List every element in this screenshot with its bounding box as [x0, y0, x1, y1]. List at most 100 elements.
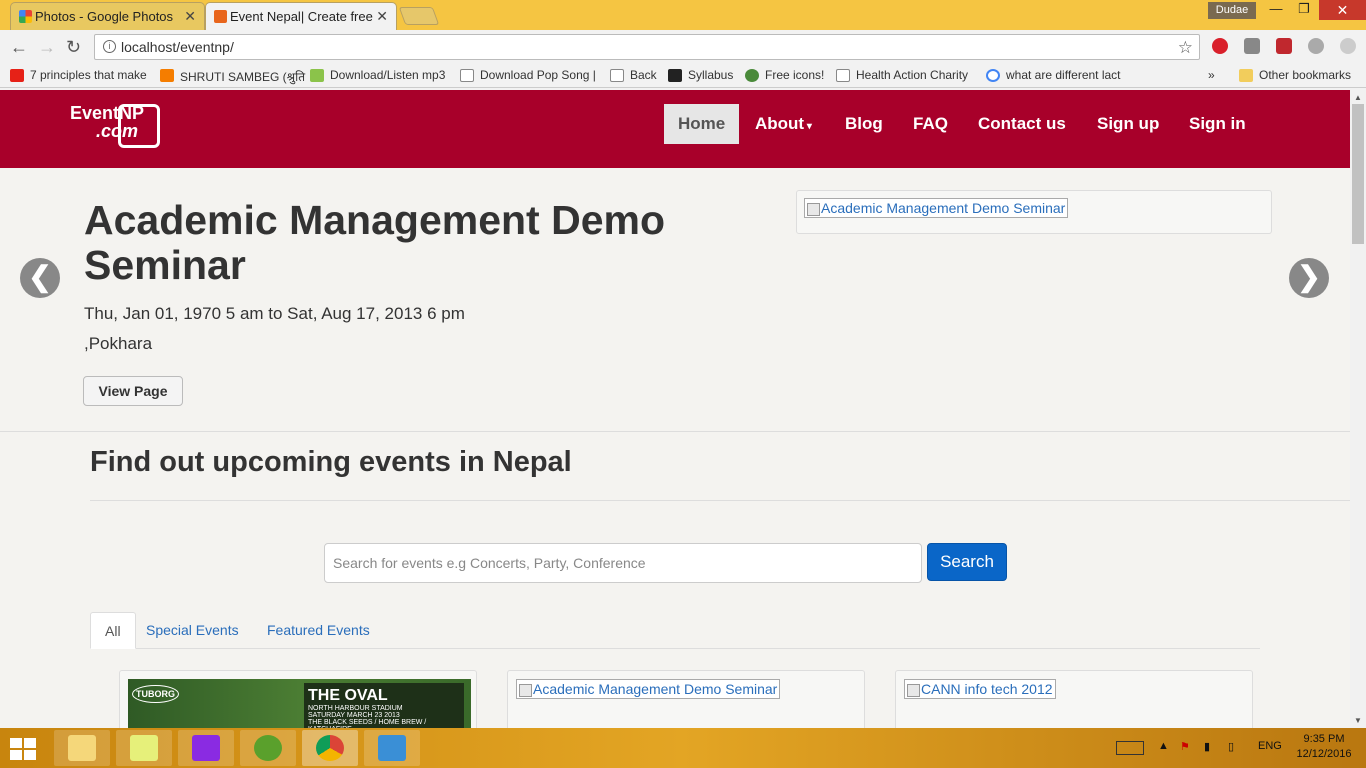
chrome-icon — [316, 735, 344, 761]
site-logo[interactable]: EventNP .com — [70, 104, 160, 148]
tab-special-events[interactable]: Special Events — [134, 612, 251, 649]
file-explorer-taskbar[interactable] — [54, 730, 110, 766]
page-icon — [610, 69, 624, 82]
carousel-prev-icon[interactable]: ❮ — [20, 258, 60, 298]
tab-title: Event Nepal| Create free — [230, 9, 373, 24]
view-page-button[interactable]: View Page — [83, 376, 183, 406]
system-clock[interactable]: 9:35 PM 12/12/2016 — [1296, 732, 1352, 762]
event-poster[interactable]: TUBORG THE OVAL NORTH HARBOUR STADIUM SA… — [128, 679, 471, 728]
page-scrollbar[interactable]: ▲ ▼ — [1350, 90, 1366, 728]
tab-google-photos[interactable]: Photos - Google Photos ✕ — [10, 2, 205, 30]
caret-down-icon: ▾ — [804, 121, 812, 132]
url-text: localhost/eventnp/ — [121, 39, 234, 55]
phpstorm-taskbar[interactable] — [178, 730, 234, 766]
poster-bands: THE BLACK SEEDS / HOME BREW / KATCHAFIRE — [308, 719, 427, 728]
extension-icon[interactable] — [1244, 38, 1260, 54]
close-window-button[interactable]: ✕ — [1319, 0, 1366, 20]
poster-subtitle: NORTH HARBOUR STADIUM — [308, 705, 403, 712]
search-button[interactable]: Search — [927, 543, 1007, 581]
carousel-next-icon[interactable]: ❯ — [1289, 258, 1329, 298]
hero-date: Thu, Jan 01, 1970 5 am to Sat, Aug 17, 2… — [84, 304, 465, 323]
close-tab-icon[interactable]: ✕ — [184, 8, 196, 25]
scroll-down-icon[interactable]: ▼ — [1354, 716, 1362, 725]
maximize-button[interactable]: ❐ — [1290, 0, 1318, 20]
bookmark-item[interactable]: what are different lact — [986, 68, 1121, 82]
bookmark-item[interactable]: Download Pop Song | — [460, 68, 596, 82]
folder-icon — [1239, 69, 1253, 82]
minimize-button[interactable]: — — [1262, 0, 1290, 20]
info-icon[interactable]: i — [103, 40, 116, 53]
opera-icon[interactable] — [1212, 38, 1228, 54]
scroll-up-icon[interactable]: ▲ — [1354, 93, 1362, 102]
site-navbar: EventNP .com Home About ▾ Blog FAQ Conta… — [0, 90, 1350, 168]
nav-signin[interactable]: Sign in — [1175, 104, 1260, 144]
bookmark-item[interactable]: SHRUTI SAMBEG (श्रुति — [160, 68, 305, 85]
forward-arrow-icon[interactable]: → — [38, 37, 56, 58]
broken-image[interactable]: Academic Management Demo Seminar — [804, 198, 1069, 218]
hero-image-frame: Academic Management Demo Seminar — [796, 190, 1272, 234]
bookmark-item[interactable]: Health Action Charity — [836, 68, 968, 82]
event-search-input[interactable]: Search for events e.g Concerts, Party, C… — [324, 543, 922, 583]
tab-event-nepal[interactable]: Event Nepal| Create free ✕ — [205, 2, 397, 30]
photos-taskbar[interactable] — [364, 730, 420, 766]
power-icon[interactable] — [1340, 38, 1356, 54]
tab-all[interactable]: All — [90, 612, 136, 649]
nav-about[interactable]: About ▾ — [741, 104, 826, 144]
utorrent-icon — [254, 735, 282, 761]
flag-icon[interactable]: ⚑ — [1180, 740, 1190, 753]
other-bookmarks[interactable]: Other bookmarks — [1239, 68, 1351, 82]
bookmark-item[interactable]: Download/Listen mp3 — [310, 68, 445, 82]
bookmark-star-icon[interactable]: ☆ — [1178, 36, 1193, 60]
reload-icon[interactable]: ↻ — [66, 37, 81, 58]
bookmark-item[interactable]: Back — [610, 68, 657, 82]
new-tab-button[interactable] — [398, 7, 440, 25]
scrollbar-thumb[interactable] — [1352, 104, 1364, 244]
google-icon — [986, 69, 1000, 82]
event-card[interactable]: CANN info tech 2012 — [895, 670, 1253, 728]
bookmark-item[interactable]: Free icons! — [745, 68, 824, 82]
runner-icon — [118, 104, 160, 148]
battery-icon[interactable]: ▯ — [1228, 740, 1234, 753]
google-photos-icon — [19, 10, 32, 23]
nav-blog[interactable]: Blog — [831, 104, 897, 144]
clock-time: 9:35 PM — [1303, 733, 1345, 745]
blogger-icon — [160, 69, 174, 82]
address-bar[interactable]: i localhost/eventnp/ ☆ — [94, 34, 1200, 60]
signal-icon[interactable]: ▮ — [1204, 740, 1210, 753]
divider — [90, 500, 1350, 501]
profile-button[interactable]: Dudae — [1208, 2, 1256, 19]
nav-signup[interactable]: Sign up — [1083, 104, 1173, 144]
keyboard-icon[interactable] — [1116, 741, 1144, 755]
nav-contact[interactable]: Contact us — [964, 104, 1080, 144]
hero-title: Academic Management Demo Seminar — [84, 197, 666, 288]
windows-start-icon[interactable] — [10, 738, 38, 760]
event-card[interactable]: Academic Management Demo Seminar — [507, 670, 865, 728]
web-page: EventNP .com Home About ▾ Blog FAQ Conta… — [0, 90, 1350, 728]
broken-image[interactable]: CANN info tech 2012 — [904, 679, 1056, 699]
broken-image[interactable]: Academic Management Demo Seminar — [516, 679, 781, 699]
tab-featured-events[interactable]: Featured Events — [255, 612, 382, 649]
bookmark-item[interactable]: 7 principles that make — [10, 68, 147, 82]
clock-date: 12/12/2016 — [1296, 748, 1352, 760]
sticky-notes-taskbar[interactable] — [116, 730, 172, 766]
chrome-taskbar[interactable] — [302, 730, 358, 766]
bookmarks-overflow[interactable]: » — [1188, 68, 1215, 82]
syllabus-icon — [668, 69, 682, 82]
close-tab-icon[interactable]: ✕ — [376, 8, 388, 25]
hero-location: ,Pokhara — [84, 334, 153, 353]
show-hidden-icon[interactable]: ▲ — [1158, 740, 1169, 752]
event-card[interactable]: TUBORG THE OVAL NORTH HARBOUR STADIUM SA… — [119, 670, 477, 728]
folder-icon — [68, 735, 96, 761]
book-icon[interactable] — [1276, 38, 1292, 54]
windows-taskbar: ▲ ⚑ ▮ ▯ ENG 9:35 PM 12/12/2016 — [0, 728, 1366, 768]
hero-carousel: Academic Management Demo Seminar Thu, Ja… — [0, 168, 1350, 432]
poster-panel: THE OVAL NORTH HARBOUR STADIUM SATURDAY … — [304, 683, 464, 728]
utorrent-taskbar[interactable] — [240, 730, 296, 766]
bookmarks-bar: 7 principles that make SHRUTI SAMBEG (श्… — [0, 64, 1366, 88]
nav-faq[interactable]: FAQ — [899, 104, 962, 144]
skype-icon[interactable] — [1308, 38, 1324, 54]
bookmark-item[interactable]: Syllabus — [668, 68, 733, 82]
back-arrow-icon[interactable]: ← — [10, 37, 28, 58]
nav-home[interactable]: Home — [664, 104, 740, 144]
language-indicator[interactable]: ENG — [1258, 740, 1282, 752]
